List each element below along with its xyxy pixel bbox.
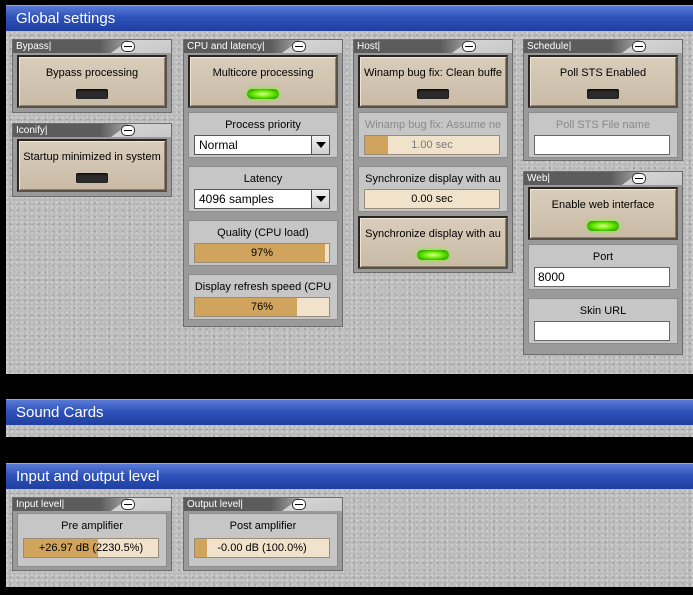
sync-display-button[interactable]: Synchronize display with au (358, 216, 508, 269)
process-priority-select[interactable]: Normal (194, 135, 330, 155)
cpu-latency-panel: CPU and latency| Multicore processing Pr… (183, 39, 343, 327)
quality-cell: Quality (CPU load) 97% (188, 220, 338, 266)
post-amplifier-label: Post amplifier (229, 520, 297, 532)
port-cell: Port 8000 (528, 244, 678, 290)
input-level-panel-title: Input level| (16, 499, 65, 510)
schedule-panel: Schedule| Poll STS Enabled Poll STS File… (523, 39, 683, 161)
sync-display-led-indicator (417, 250, 449, 260)
schedule-panel-title: Schedule| (527, 41, 572, 52)
poll-sts-led-indicator (587, 89, 619, 99)
quality-slider[interactable]: 97% (194, 243, 330, 263)
poll-sts-file-cell: Poll STS File name (528, 112, 678, 158)
minimize-icon[interactable] (121, 125, 135, 136)
enable-web-interface-button[interactable]: Enable web interface (528, 187, 678, 240)
poll-sts-file-label: Poll STS File name (555, 119, 651, 131)
io-level-header[interactable]: Input and output level (6, 463, 693, 489)
bypass-panel: Bypass| Bypass processing (12, 39, 172, 113)
latency-cell: Latency 4096 samples (188, 166, 338, 212)
quality-label: Quality (CPU load) (217, 227, 309, 239)
global-settings-header[interactable]: Global settings (6, 5, 693, 31)
post-amplifier-slider[interactable]: -0.00 dB (100.0%) (194, 538, 330, 558)
winamp-assume-cell: Winamp bug fix: Assume ne 1.00 sec (358, 112, 508, 158)
io-level-body: Input level| Pre amplifier +26.97 dB (22… (6, 489, 693, 587)
output-level-panel-title: Output level| (187, 499, 243, 510)
pre-amplifier-label: Pre amplifier (61, 520, 123, 532)
minimize-icon[interactable] (462, 41, 476, 52)
web-panel-title: Web| (527, 173, 550, 184)
cpu-latency-panel-title: CPU and latency| (187, 41, 265, 52)
multicore-led-indicator (247, 89, 279, 99)
web-panel: Web| Enable web interface Port 8000 Skin… (523, 171, 683, 355)
display-refresh-slider[interactable]: 76% (194, 297, 330, 317)
multicore-processing-button[interactable]: Multicore processing (188, 55, 338, 108)
bypass-panel-title: Bypass| (16, 41, 52, 52)
host-panel-title: Host| (357, 41, 381, 52)
display-refresh-cell: Display refresh speed (CPU 76% (188, 274, 338, 320)
post-amplifier-cell: Post amplifier -0.00 dB (100.0%) (188, 513, 338, 567)
sync-display-slider[interactable]: 0.00 sec (364, 189, 500, 209)
latency-select[interactable]: 4096 samples (194, 189, 330, 209)
sync-display-label: Synchronize display with au (365, 173, 501, 185)
io-level-section: Input and output level Input level| Pre … (6, 463, 693, 587)
minimize-icon[interactable] (292, 499, 306, 510)
port-label: Port (592, 251, 614, 263)
input-level-panel: Input level| Pre amplifier +26.97 dB (22… (12, 497, 172, 571)
chevron-down-icon[interactable] (311, 190, 329, 208)
port-input[interactable]: 8000 (534, 267, 670, 287)
clean-buffer-led-indicator (417, 89, 449, 99)
bypass-led-indicator (76, 89, 108, 99)
startup-minimized-led-indicator (76, 173, 108, 183)
minimize-icon[interactable] (121, 41, 135, 52)
skin-url-input[interactable] (534, 321, 670, 341)
poll-sts-enabled-button[interactable]: Poll STS Enabled (528, 55, 678, 108)
poll-sts-file-input[interactable] (534, 135, 670, 155)
sound-cards-body (6, 425, 693, 437)
winamp-clean-buffer-button[interactable]: Winamp bug fix: Clean buffe (358, 55, 508, 108)
sound-cards-section: Sound Cards (6, 399, 693, 439)
output-level-panel: Output level| Post amplifier -0.00 dB (1… (183, 497, 343, 571)
global-settings-section: Global settings Bypass| Bypass processin… (6, 5, 693, 374)
winamp-assume-slider[interactable]: 1.00 sec (364, 135, 500, 155)
process-priority-cell: Process priority Normal (188, 112, 338, 158)
minimize-icon[interactable] (292, 41, 306, 52)
winamp-assume-label: Winamp bug fix: Assume ne (364, 119, 502, 131)
global-settings-body: Bypass| Bypass processing Iconify| Start… (6, 31, 693, 374)
host-panel: Host| Winamp bug fix: Clean buffe Winamp… (353, 39, 513, 273)
sync-display-cell: Synchronize display with au 0.00 sec (358, 166, 508, 212)
sound-cards-header[interactable]: Sound Cards (6, 399, 693, 425)
bypass-processing-button[interactable]: Bypass processing (17, 55, 167, 108)
skin-url-cell: Skin URL (528, 298, 678, 344)
display-refresh-label: Display refresh speed (CPU (194, 281, 332, 293)
chevron-down-icon[interactable] (311, 136, 329, 154)
pre-amplifier-cell: Pre amplifier +26.97 dB (2230.5%) (17, 513, 167, 567)
skin-url-label: Skin URL (579, 305, 627, 317)
latency-label: Latency (243, 173, 283, 185)
web-interface-led-indicator (587, 221, 619, 231)
iconify-panel: Iconify| Startup minimized in system (12, 123, 172, 197)
process-priority-label: Process priority (225, 119, 301, 131)
minimize-icon[interactable] (632, 41, 646, 52)
minimize-icon[interactable] (632, 173, 646, 184)
iconify-panel-title: Iconify| (16, 125, 48, 136)
minimize-icon[interactable] (121, 499, 135, 510)
startup-minimized-button[interactable]: Startup minimized in system (17, 139, 167, 192)
pre-amplifier-slider[interactable]: +26.97 dB (2230.5%) (23, 538, 159, 558)
